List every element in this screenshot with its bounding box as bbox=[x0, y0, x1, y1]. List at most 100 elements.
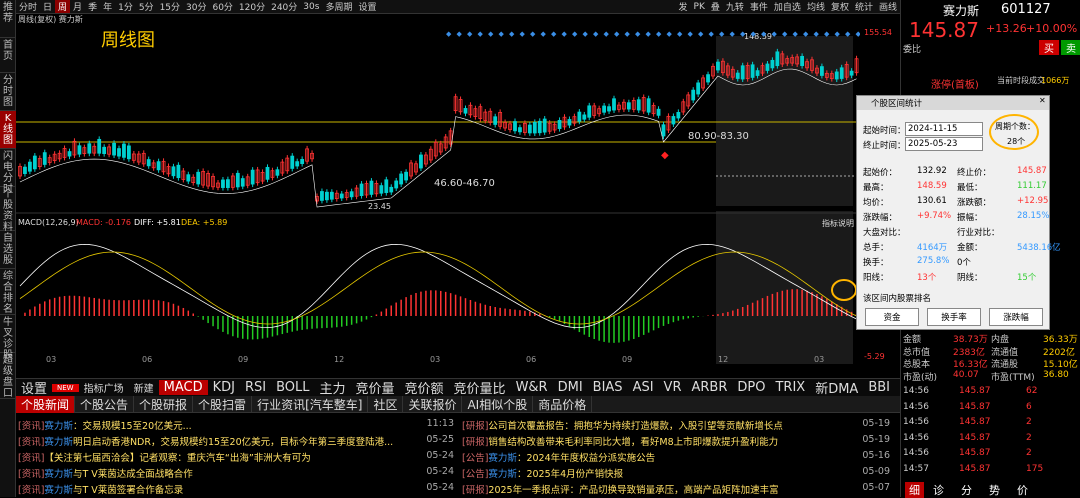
dialog-close-icon[interactable]: ✕ bbox=[1039, 96, 1046, 105]
period-15[interactable]: 设置 bbox=[355, 0, 379, 13]
indicator-tab-2[interactable]: RSI bbox=[240, 380, 271, 395]
tool-1[interactable]: PK bbox=[691, 2, 708, 12]
period-12[interactable]: 240分 bbox=[268, 0, 300, 13]
kline-chart[interactable]: 周线图 80.90-83.30 46.60-46.70 148.59 23.45 ◆ ◆ ◆ ◆… bbox=[16, 26, 860, 364]
news-row-left-3[interactable]: [资讯]赛力斯与T V莱茵达成全面战略合作 05-24 bbox=[18, 466, 454, 481]
news-tab-4[interactable]: 行业资讯[汽车整车] bbox=[252, 395, 369, 413]
x-tick: 12 bbox=[718, 355, 728, 364]
news-tab-2[interactable]: 个股研报 bbox=[134, 395, 194, 413]
tool-0[interactable]: 发 bbox=[676, 0, 691, 13]
left-tab-9[interactable]: 超级盘口 bbox=[0, 353, 16, 399]
rank-button-2[interactable]: 涨跌幅 bbox=[989, 308, 1043, 326]
start-input[interactable]: 2024-11-15 bbox=[905, 122, 983, 136]
left-tab-7[interactable]: 综合排名 bbox=[0, 269, 16, 315]
candle bbox=[493, 116, 498, 125]
tool-8[interactable]: 统计 bbox=[852, 0, 876, 13]
indicator-tab-1[interactable]: KDJ bbox=[208, 380, 240, 395]
indicator-tab-4[interactable]: 主力 bbox=[315, 378, 351, 397]
news-tab-7[interactable]: AI相似个股 bbox=[462, 395, 534, 413]
left-tab-6[interactable]: 自选股 bbox=[0, 231, 16, 269]
indicator-tab-15[interactable]: TRIX bbox=[770, 380, 810, 395]
rank-button-1[interactable]: 换手率 bbox=[927, 308, 981, 326]
news-row-right-4[interactable]: [研报]2025年一季报点评：产品切换导致销量承压，高端产品矩阵加速丰富 05-0… bbox=[462, 482, 890, 497]
bottom-tab-2[interactable]: 分 bbox=[961, 482, 972, 498]
tool-7[interactable]: 复权 bbox=[828, 0, 852, 13]
indicator-tab-17[interactable]: BBI bbox=[863, 380, 895, 395]
tick-time: 14:56 bbox=[903, 386, 929, 396]
indicator-tab-10[interactable]: BIAS bbox=[588, 380, 628, 395]
news-row-right-3[interactable]: [公告]赛力斯：2025年4月份产销快报 05-09 bbox=[462, 466, 890, 481]
left-tab-1[interactable]: 首页 bbox=[0, 38, 16, 73]
news-tab-6[interactable]: 关联报价 bbox=[403, 395, 463, 413]
news-row-left-4[interactable]: [资讯]赛力斯与T V莱茵签署合作备忘录 05-24 bbox=[18, 482, 454, 497]
stat-label: 流通值 bbox=[991, 347, 1019, 358]
period-6[interactable]: 1分 bbox=[115, 0, 136, 13]
news-row-left-0[interactable]: [资讯]赛力斯：交易规模15至20亿美元... 11:13 bbox=[18, 418, 454, 433]
indicator-tab-3[interactable]: BOLL bbox=[271, 380, 314, 395]
news-tab-1[interactable]: 个股公告 bbox=[75, 395, 135, 413]
tool-2[interactable]: 叠 bbox=[708, 0, 723, 13]
period-13[interactable]: 30s bbox=[300, 2, 322, 12]
tool-3[interactable]: 九转 bbox=[723, 0, 747, 13]
news-tab-8[interactable]: 商品价格 bbox=[533, 395, 593, 413]
indicator-tab-7[interactable]: 竞价量比 bbox=[449, 378, 511, 397]
bottom-tab-3[interactable]: 势 bbox=[989, 482, 1000, 498]
candle bbox=[186, 174, 191, 182]
stat-label: 涨跌幅： bbox=[863, 213, 898, 223]
indicator-tab-16[interactable]: 新DMA bbox=[810, 378, 863, 397]
indicator-tab-11[interactable]: ASI bbox=[628, 380, 659, 395]
indicator-tab-8[interactable]: W&R bbox=[511, 380, 553, 395]
bottom-tab-4[interactable]: 价 bbox=[1017, 482, 1028, 498]
news-row-left-1[interactable]: [资讯]赛力斯明日启动香港NDR，交易规模约15至20亿美元，目标今年第三季度登… bbox=[18, 434, 454, 449]
news-row-left-2[interactable]: [资讯]【关注第七届西洽会】记者观察：重庆汽车“出海”非洲大有可为 05-24 bbox=[18, 450, 454, 465]
indicator-tab-9[interactable]: DMI bbox=[553, 380, 588, 395]
left-tab-3[interactable]: K线图 bbox=[0, 111, 16, 149]
news-tab-0[interactable]: 个股新闻 bbox=[16, 395, 76, 413]
sell-button[interactable]: 卖 bbox=[1061, 40, 1080, 55]
tool-6[interactable]: 均线 bbox=[804, 0, 828, 13]
bottom-tab-0[interactable]: 细 bbox=[905, 482, 924, 498]
end-input[interactable]: 2025-05-23 bbox=[905, 137, 983, 151]
news-row-right-2[interactable]: [公告]赛力斯：2024年年度权益分派实施公告 05-16 bbox=[462, 450, 890, 465]
period-3[interactable]: 月 bbox=[70, 0, 85, 13]
period-5[interactable]: 年 bbox=[100, 0, 115, 13]
period-8[interactable]: 15分 bbox=[157, 0, 183, 13]
tool-tab-0[interactable]: 指标广场 bbox=[79, 380, 129, 395]
period-14[interactable]: 多周期 bbox=[322, 0, 355, 13]
period-4[interactable]: 季 bbox=[85, 0, 100, 13]
indicator-tab-6[interactable]: 竞价额 bbox=[400, 378, 449, 397]
tool-tab-1[interactable]: 新建 bbox=[129, 380, 159, 395]
indicator-tab-0[interactable]: MACD bbox=[158, 380, 208, 395]
stat-value: 148.59 bbox=[917, 181, 947, 191]
indicator-tab-14[interactable]: DPO bbox=[732, 380, 770, 395]
period-11[interactable]: 120分 bbox=[236, 0, 268, 13]
indicator-tab-13[interactable]: ARBR bbox=[686, 380, 732, 395]
period-1[interactable]: 日 bbox=[40, 0, 55, 13]
settings-tab[interactable]: 设置 bbox=[16, 378, 52, 397]
period-10[interactable]: 60分 bbox=[209, 0, 235, 13]
buy-button[interactable]: 买 bbox=[1039, 40, 1059, 55]
period-2[interactable]: 周 bbox=[55, 0, 71, 13]
stat-label: 换手： bbox=[863, 258, 889, 268]
left-tab-2[interactable]: 分时图 bbox=[0, 73, 16, 111]
indicator-tab-12[interactable]: VR bbox=[659, 380, 687, 395]
tool-9[interactable]: 画线 bbox=[876, 0, 900, 13]
period-0[interactable]: 分时 bbox=[16, 0, 40, 13]
left-tab-0[interactable]: 推荐 bbox=[0, 0, 16, 38]
tool-5[interactable]: 加自选 bbox=[771, 0, 804, 13]
indicator-tab-5[interactable]: 竞价量 bbox=[351, 378, 400, 397]
bottom-tab-1[interactable]: 诊 bbox=[933, 482, 944, 498]
period-7[interactable]: 5分 bbox=[136, 0, 157, 13]
tool-4[interactable]: 事件 bbox=[747, 0, 771, 13]
left-tab-8[interactable]: 牛叉诊股 bbox=[0, 315, 16, 361]
event-marker: ◆ bbox=[793, 30, 799, 38]
news-tab-5[interactable]: 社区 bbox=[368, 395, 404, 413]
news-row-right-0[interactable]: [研报]公司首次覆盖报告：拥抱华为持续打造爆款，入股引望等贡献新增长点 05-19 bbox=[462, 418, 890, 433]
left-tab-5[interactable]: 个股资料 bbox=[0, 187, 16, 233]
period-9[interactable]: 30分 bbox=[183, 0, 209, 13]
news-row-right-1[interactable]: [研报]销售结构改善带来毛利率同比大增，看好M8上市即爆款提升盈利能力 05-19 bbox=[462, 434, 890, 449]
candle bbox=[23, 166, 27, 174]
news-tab-3[interactable]: 个股扫雷 bbox=[193, 395, 253, 413]
rank-button-0[interactable]: 资金 bbox=[865, 308, 919, 326]
left-tab-4[interactable]: 闪电分时 bbox=[0, 149, 16, 195]
